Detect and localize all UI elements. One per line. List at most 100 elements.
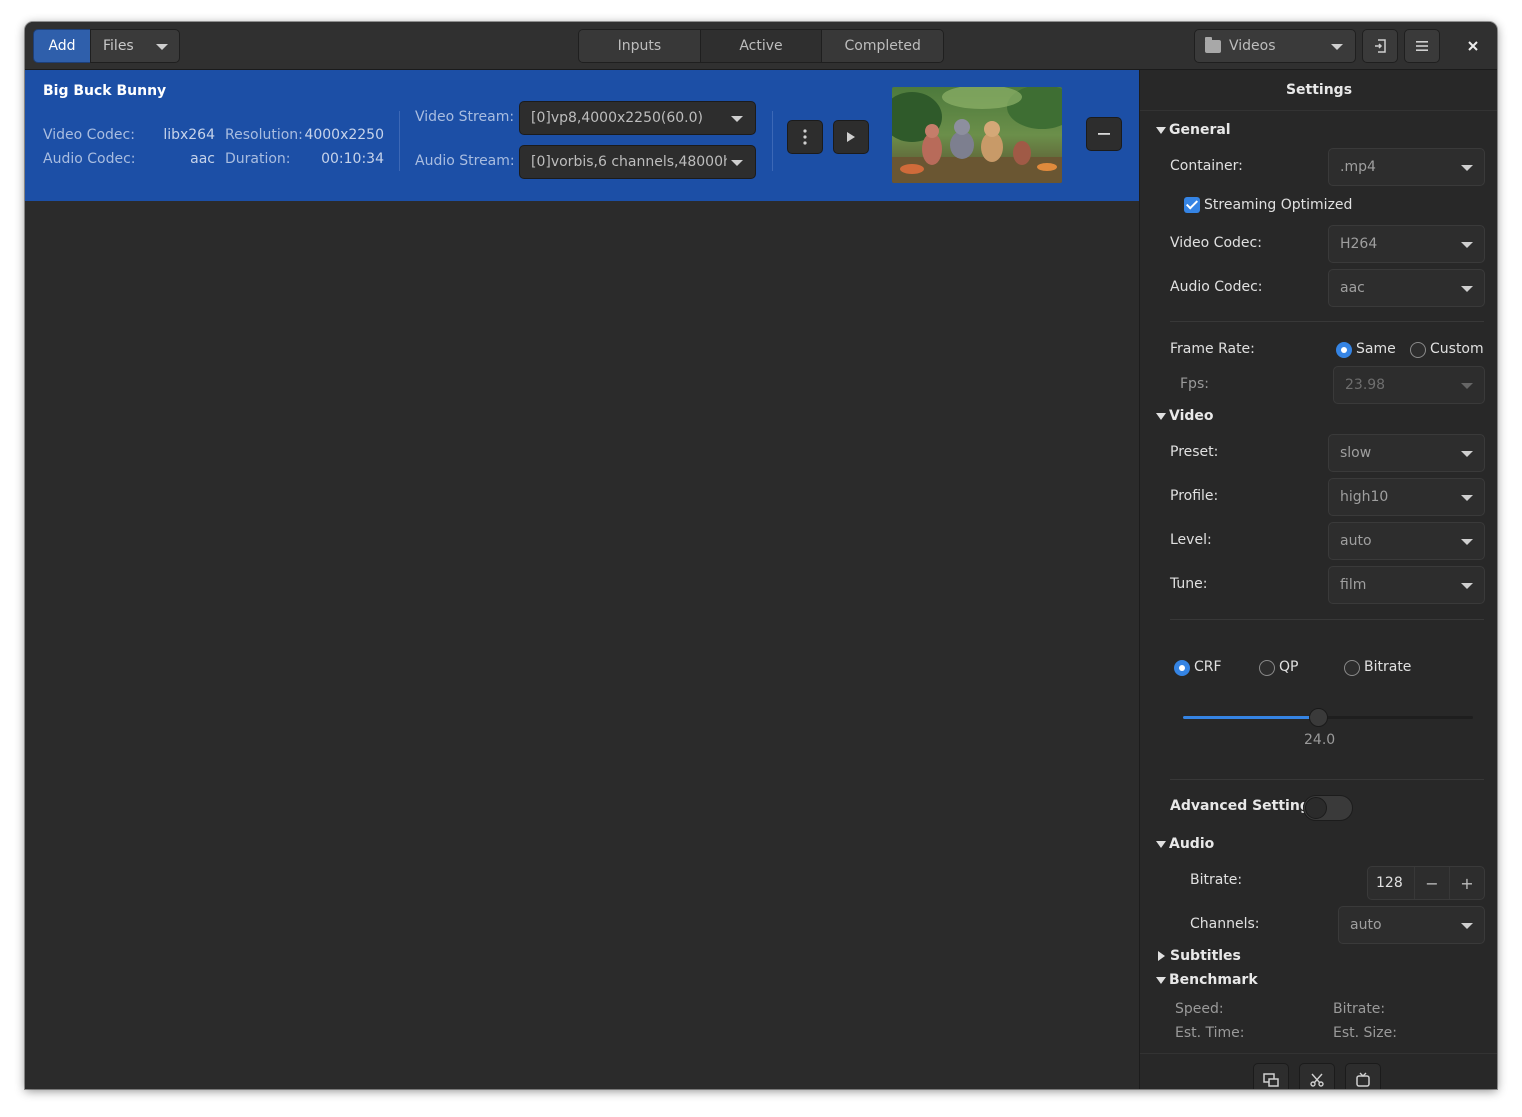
export-button[interactable] xyxy=(1362,29,1398,63)
section-subtitles-header[interactable]: Subtitles xyxy=(1156,948,1241,964)
minus-icon xyxy=(1098,133,1110,135)
tab-active[interactable]: Active xyxy=(700,30,823,62)
settings-title: Settings xyxy=(1285,82,1353,98)
audio-bitrate-value[interactable]: 128 xyxy=(1368,867,1414,899)
add-button[interactable]: Add xyxy=(33,29,91,63)
rate-mode-bitrate-radio[interactable] xyxy=(1344,660,1360,676)
folder-icon xyxy=(1205,36,1221,53)
header-bar: Add Files Inputs Active Completed Videos xyxy=(25,22,1497,70)
rate-mode-bitrate-label: Bitrate xyxy=(1364,659,1412,675)
video-stream-label: Video Stream: xyxy=(415,109,515,125)
main-menu-button[interactable] xyxy=(1404,29,1440,63)
section-audio-header[interactable]: Audio xyxy=(1156,836,1214,852)
streaming-optimized-label: Streaming Optimized xyxy=(1204,197,1353,213)
advanced-settings-label: Advanced Settings xyxy=(1170,798,1319,814)
duration-label: Duration: xyxy=(225,151,291,167)
play-preview-button[interactable] xyxy=(833,120,869,154)
container-label: Container: xyxy=(1170,158,1243,174)
advanced-settings-switch[interactable] xyxy=(1303,795,1353,821)
selected-input-row[interactable]: Big Buck Bunny Video Codec: libx264 Reso… xyxy=(25,70,1139,201)
crf-value: 24.0 xyxy=(1304,732,1336,748)
container-value: .mp4 xyxy=(1340,159,1376,175)
frame-rate-custom-radio[interactable] xyxy=(1410,342,1426,358)
chevron-down-icon xyxy=(1461,165,1473,171)
divider xyxy=(1170,619,1484,620)
audio-codec-dropdown[interactable]: aac xyxy=(1328,269,1485,307)
settings-sidebar: Settings General Container: .mp4 Streami… xyxy=(1139,70,1497,1089)
item-options-button[interactable] xyxy=(787,120,823,154)
decrement-button[interactable]: − xyxy=(1414,867,1449,899)
crf-slider-handle[interactable] xyxy=(1309,708,1328,727)
video-codec-value: libx264 xyxy=(163,127,215,143)
tab-inputs[interactable]: Inputs xyxy=(579,30,701,62)
video-stream-dropdown[interactable]: [0]vp8,4000x2250(60.0) xyxy=(519,101,756,135)
frame-rate-custom-label: Custom xyxy=(1430,341,1484,357)
add-button-label: Add xyxy=(48,38,76,54)
crf-slider[interactable] xyxy=(1183,708,1473,727)
rate-mode-qp-radio[interactable] xyxy=(1259,660,1275,676)
video-stream-value: [0]vp8,4000x2250(60.0) xyxy=(531,110,703,126)
fps-dropdown[interactable]: 23.98 xyxy=(1333,366,1485,404)
audio-bitrate-label: Bitrate: xyxy=(1190,872,1243,888)
profile-value: high10 xyxy=(1340,489,1389,505)
tune-dropdown[interactable]: film xyxy=(1328,566,1485,604)
chevron-down-icon xyxy=(731,160,743,166)
tune-value: film xyxy=(1340,577,1367,593)
section-video-label: Video xyxy=(1169,408,1214,424)
streaming-optimized-checkbox[interactable] xyxy=(1184,197,1200,213)
chevron-down-icon xyxy=(1461,242,1473,248)
benchmark-est-size-label: Est. Size: xyxy=(1333,1025,1397,1041)
section-video-header[interactable]: Video xyxy=(1156,408,1214,424)
play-icon xyxy=(847,132,855,142)
profile-dropdown[interactable]: high10 xyxy=(1328,478,1485,516)
close-icon xyxy=(1468,41,1478,51)
expander-open-icon xyxy=(1156,126,1166,134)
chevron-down-icon xyxy=(1461,286,1473,292)
divider xyxy=(1170,779,1484,780)
tv-preview-button[interactable] xyxy=(1345,1063,1381,1089)
preset-value: slow xyxy=(1340,445,1372,461)
row-divider xyxy=(772,111,773,171)
frame-rate-same-radio[interactable] xyxy=(1336,342,1352,358)
files-dropdown-button[interactable]: Files xyxy=(90,29,180,63)
expander-closed-icon xyxy=(1158,951,1165,961)
section-benchmark-label: Benchmark xyxy=(1169,972,1258,988)
channels-dropdown[interactable]: auto xyxy=(1338,906,1485,944)
row-divider xyxy=(399,111,400,171)
container-dropdown[interactable]: .mp4 xyxy=(1328,148,1485,186)
tab-inputs-label: Inputs xyxy=(617,38,662,54)
crf-slider-fill xyxy=(1183,716,1319,719)
pip-button[interactable] xyxy=(1253,1063,1289,1089)
preset-dropdown[interactable]: slow xyxy=(1328,434,1485,472)
section-benchmark-header[interactable]: Benchmark xyxy=(1156,972,1258,988)
close-window-button[interactable] xyxy=(1455,29,1491,63)
audio-codec-value: aac xyxy=(1340,280,1365,296)
increment-button[interactable]: + xyxy=(1449,867,1484,899)
level-dropdown[interactable]: auto xyxy=(1328,522,1485,560)
remove-input-button[interactable] xyxy=(1086,117,1122,151)
audio-bitrate-spinbutton[interactable]: 128 − + xyxy=(1367,866,1485,900)
input-title: Big Buck Bunny xyxy=(43,83,167,99)
rate-mode-crf-radio[interactable] xyxy=(1174,660,1190,676)
profile-label: Profile: xyxy=(1170,488,1219,504)
divider xyxy=(1170,321,1484,322)
section-subtitles-label: Subtitles xyxy=(1170,948,1241,964)
audio-stream-dropdown[interactable]: [0]vorbis,6 channels,48000hz xyxy=(519,145,756,179)
section-general-header[interactable]: General xyxy=(1156,122,1231,138)
video-thumbnail xyxy=(892,87,1062,183)
pip-icon xyxy=(1263,1073,1279,1087)
benchmark-est-time-label: Est. Time: xyxy=(1175,1025,1245,1041)
plus-icon: + xyxy=(1460,873,1474,893)
divider xyxy=(1140,110,1497,111)
chevron-down-icon xyxy=(1461,451,1473,457)
files-button-label: Files xyxy=(103,38,134,54)
level-value: auto xyxy=(1340,533,1372,549)
output-folder-button[interactable]: Videos xyxy=(1194,29,1356,63)
tab-active-label: Active xyxy=(739,38,783,54)
tab-completed[interactable]: Completed xyxy=(822,30,943,62)
video-codec-dropdown[interactable]: H264 xyxy=(1328,225,1485,263)
sidebar-bottom-toolbar xyxy=(1140,1052,1497,1089)
channels-value: auto xyxy=(1350,917,1382,933)
trim-button[interactable] xyxy=(1299,1063,1335,1089)
audio-stream-label: Audio Stream: xyxy=(415,153,515,169)
